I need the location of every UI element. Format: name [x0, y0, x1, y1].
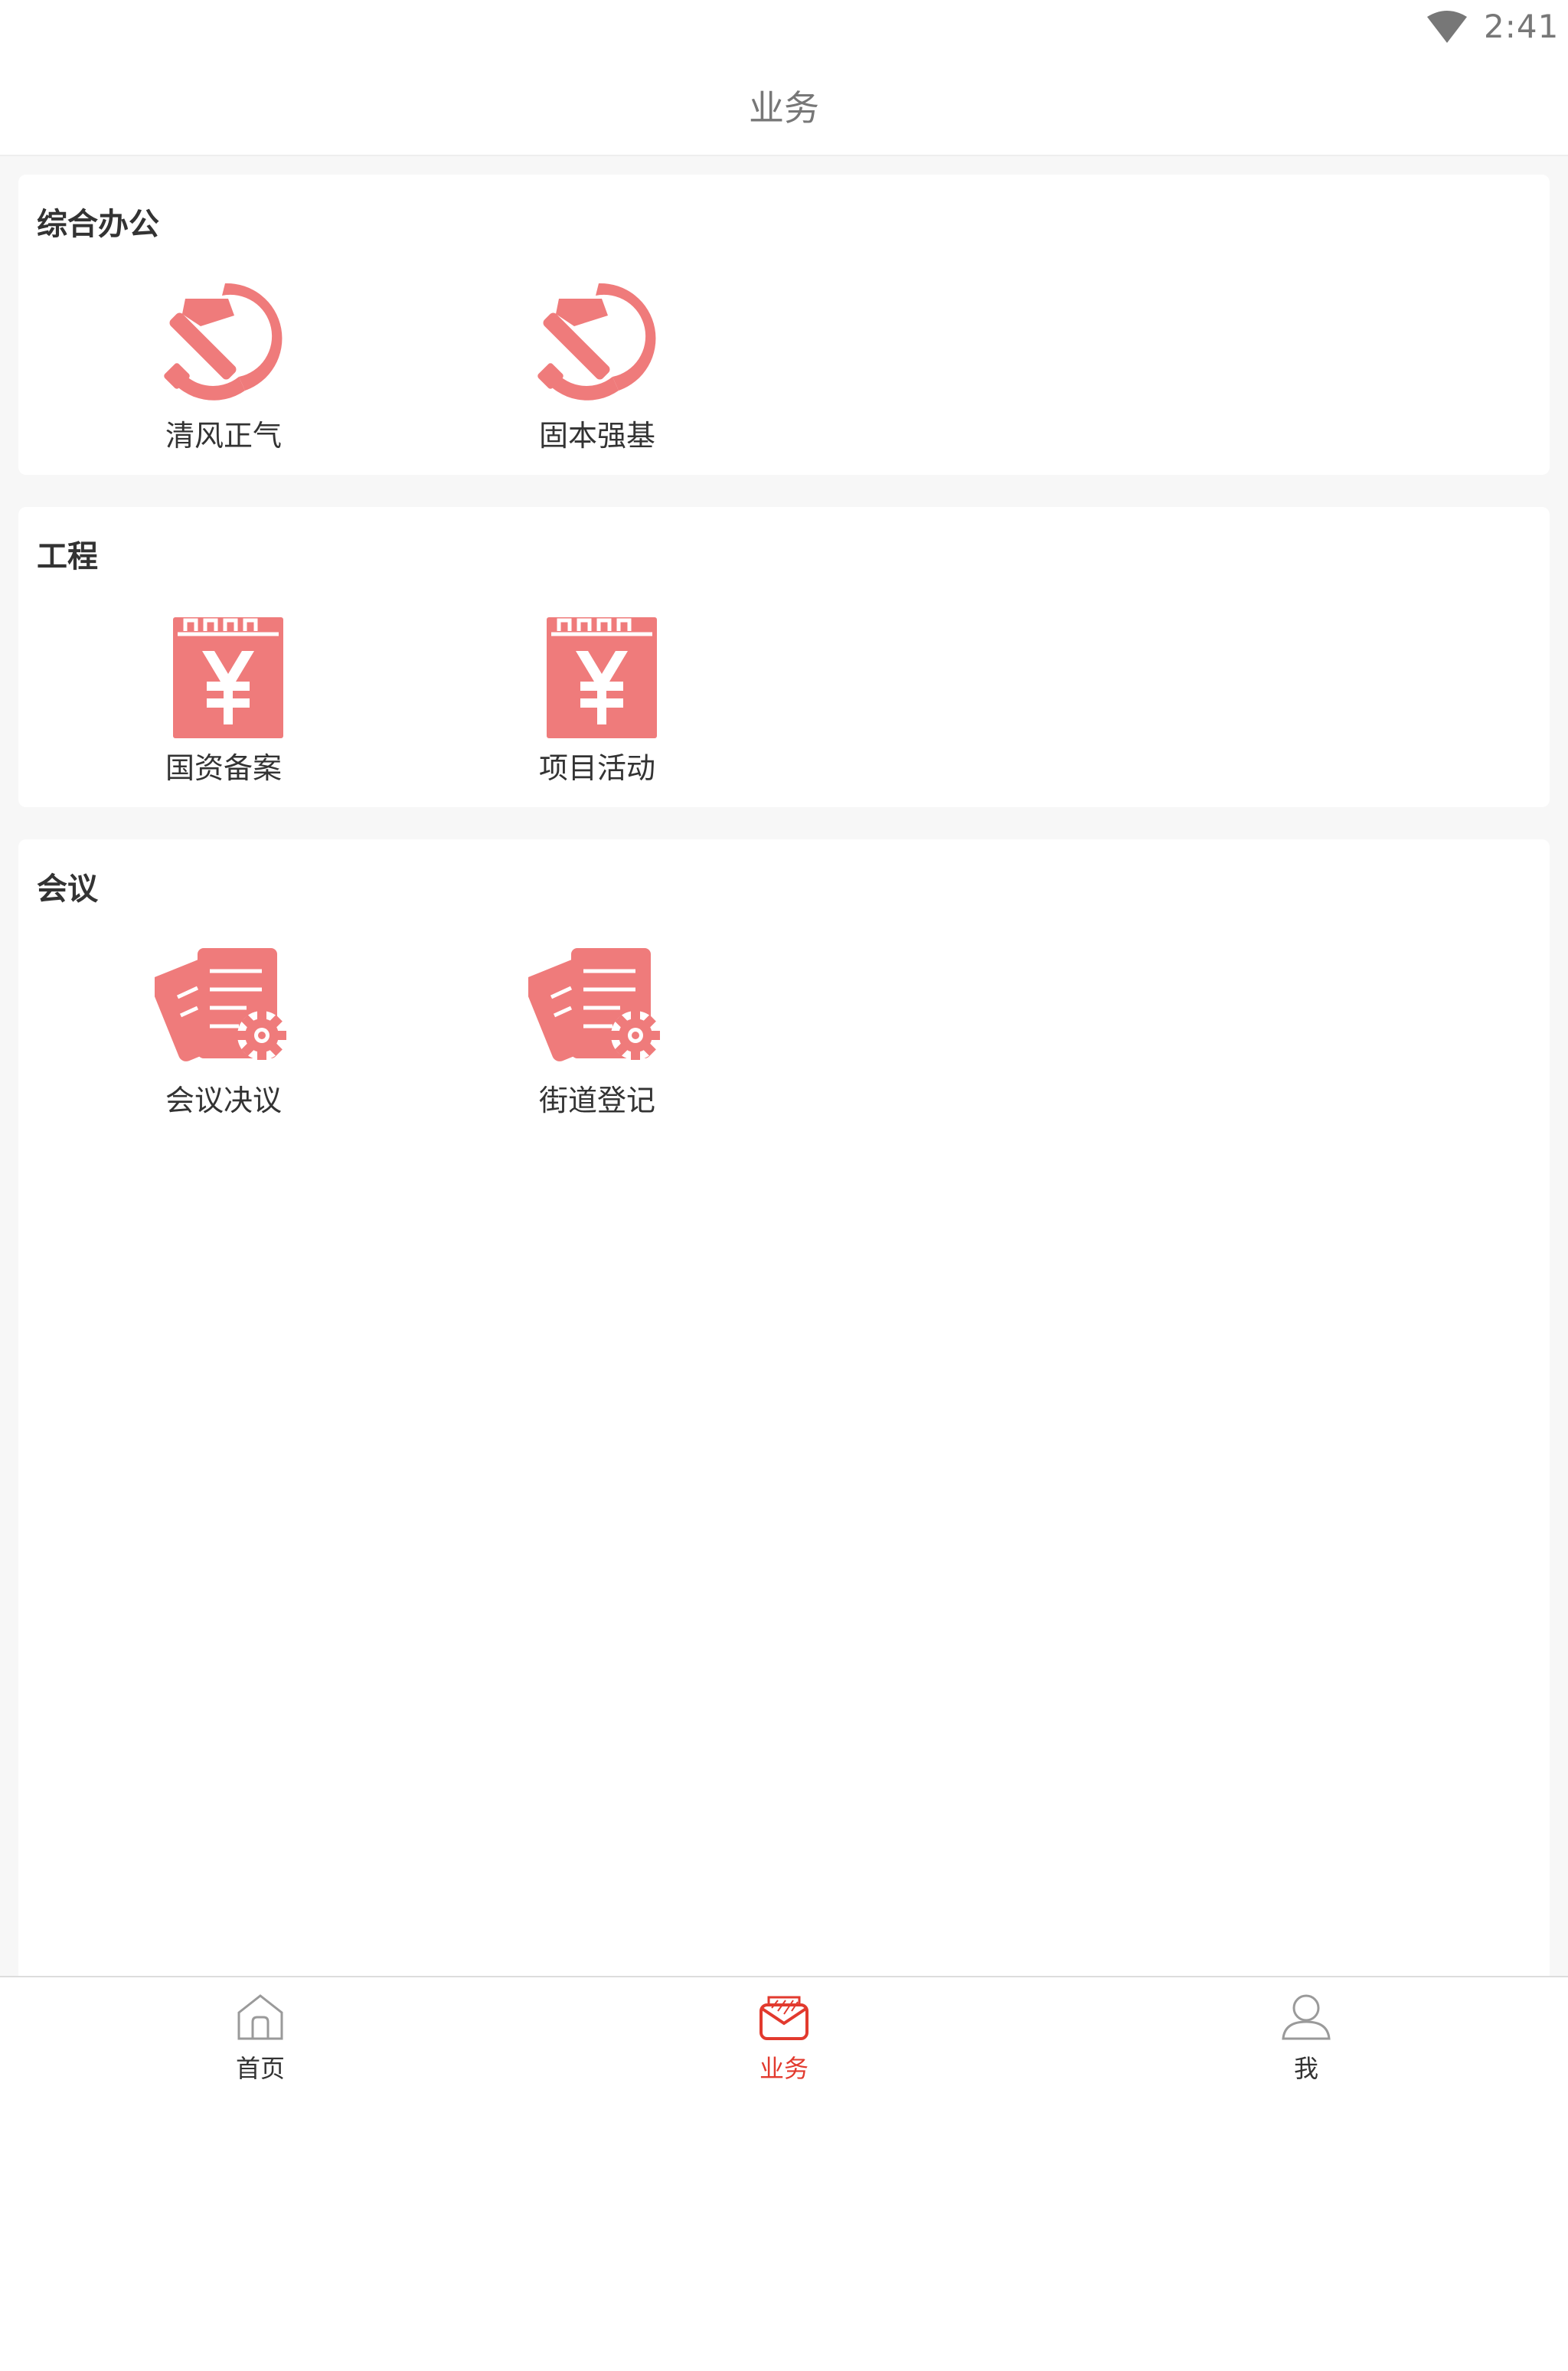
home-icon — [237, 1994, 283, 2040]
grid-item-label: 会议决议 — [165, 1084, 282, 1117]
grid-item-xiangmu[interactable]: 项目活动 — [482, 608, 712, 800]
tab-label: 首页 — [235, 2054, 285, 2083]
hammer-sickle-icon — [537, 283, 656, 401]
grid-item-label: 国资备案 — [165, 751, 282, 785]
yen-ledger-icon — [173, 617, 283, 738]
app-header: 业务 — [0, 57, 1568, 156]
tab-label: 我 — [1293, 2054, 1318, 2083]
grid-item-huiyi[interactable]: 会议决议 — [109, 940, 338, 1132]
yen-ledger-icon — [547, 617, 657, 738]
tab-label: 业务 — [759, 2054, 808, 2083]
documents-gear-icon — [155, 948, 286, 1061]
envelope-icon — [760, 1996, 808, 2040]
grid-item-guozi[interactable]: 国资备案 — [109, 608, 338, 800]
tab-home[interactable]: 首页 — [184, 1977, 337, 2092]
grid-item-label: 固本强基 — [538, 419, 655, 453]
bottom-tab-bar: 首页 业务 我 — [0, 1976, 1568, 2092]
hammer-sickle-icon — [164, 283, 283, 401]
grid-item-label: 项目活动 — [538, 751, 655, 785]
section-title: 综合办公 — [37, 207, 159, 242]
tab-me[interactable]: 我 — [1230, 1977, 1383, 2092]
page-title: 业务 — [749, 87, 819, 129]
grid-item-guben[interactable]: 固本强基 — [482, 276, 712, 467]
section-meeting: 会议 会议决议 街道登记 — [18, 839, 1550, 2371]
grid-item-label: 清风正气 — [165, 419, 282, 453]
section-title: 工程 — [37, 539, 98, 574]
section-engineering: 工程 国资备案 项目活动 — [18, 507, 1550, 807]
documents-gear-icon — [528, 948, 660, 1061]
grid-item-label: 街道登记 — [538, 1084, 655, 1117]
section-general-office: 综合办公 清风正气 固本强基 — [18, 175, 1550, 475]
status-bar: 2:41 — [0, 0, 1568, 57]
wifi-icon — [1427, 11, 1467, 43]
grid-item-qingfeng[interactable]: 清风正气 — [109, 276, 338, 467]
user-icon — [1282, 1994, 1331, 2040]
tab-business[interactable]: 业务 — [707, 1977, 861, 2092]
status-time: 2:41 — [1484, 8, 1560, 45]
section-title: 会议 — [37, 872, 98, 907]
grid-item-jiedao[interactable]: 街道登记 — [482, 940, 712, 1132]
main-content: 综合办公 清风正气 固本强基 工程 国资备案 项目活动 会议 会议决议 街道登记 — [0, 156, 1568, 2371]
